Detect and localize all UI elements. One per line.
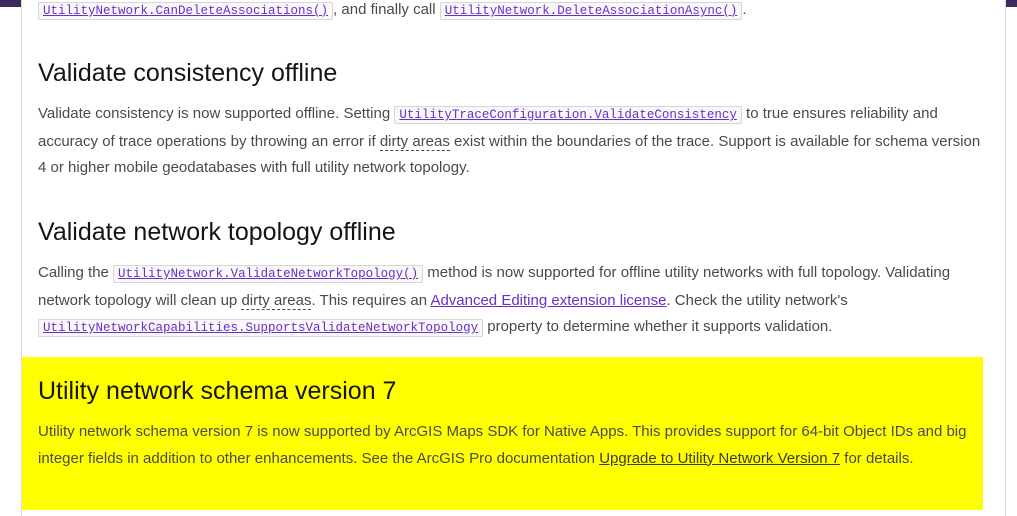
validate-consistency-link[interactable]: UtilityTraceConfiguration.ValidateConsis… [394,106,742,124]
section-body-validate-consistency: Validate consistency is now supported of… [38,101,983,182]
supports-validate-network-topology-link[interactable]: UtilityNetworkCapabilities.SupportsValid… [38,319,484,337]
text-segment: . This requires an [311,291,431,309]
text-segment: Calling the [38,264,114,281]
text-segment: Validate consistency is now supported of… [38,105,395,122]
previous-paragraph-tail: UtilityNetwork.CanDeleteAssociations(), … [38,0,747,24]
section-body-validate-network-topology: Calling the UtilityNetwork.ValidateNetwo… [38,260,983,342]
upgrade-utility-network-link[interactable]: Upgrade to Utility Network Version 7 [599,450,840,467]
text-segment: . Check the utility network's [666,291,848,309]
text-segment: , and finally call [333,1,440,18]
validate-network-topology-link[interactable]: UtilityNetwork.ValidateNetworkTopology() [113,265,424,283]
section-title-validate-network-topology: Validate network topology offline [38,218,396,246]
section-title-validate-consistency: Validate consistency offline [38,59,338,87]
can-delete-associations-link[interactable]: UtilityNetwork.CanDeleteAssociations() [38,2,334,20]
section-title-schema-version-7: Utility network schema version 7 [38,377,397,405]
delete-association-async-link[interactable]: UtilityNetwork.DeleteAssociationAsync() [439,2,743,20]
dirty-areas-term[interactable]: dirty areas [379,132,450,151]
section-body-schema-version-7: Utility network schema version 7 is now … [38,419,983,472]
advanced-editing-license-link[interactable]: Advanced Editing extension license [430,292,666,309]
text-segment: for details. [840,449,914,467]
dirty-areas-term[interactable]: dirty areas [241,291,312,310]
text-segment: . [742,1,747,18]
text-segment: property to determine whether it support… [483,318,833,335]
